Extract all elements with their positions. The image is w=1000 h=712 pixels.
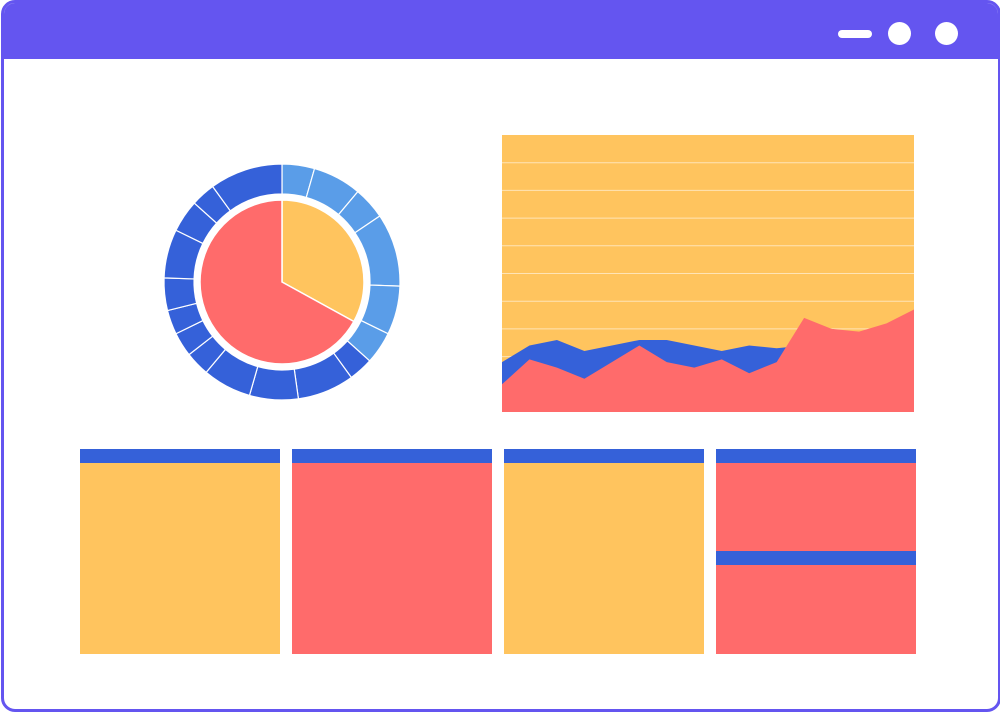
maximize-icon[interactable] [888,22,911,45]
dashboard-card-4[interactable] [716,449,916,551]
pie-chart [162,162,402,402]
card-header [716,551,916,565]
card-body [504,463,704,654]
dashboard-card-1[interactable] [80,449,280,654]
dashboard-card-5[interactable] [716,551,916,654]
card-header [80,449,280,463]
card-header [716,449,916,463]
dashboard-card-2[interactable] [292,449,492,654]
card-body [716,565,916,654]
card-body [292,463,492,654]
close-icon[interactable] [935,22,958,45]
pie-chart-svg [163,163,401,401]
card-header [292,449,492,463]
card-body [80,463,280,654]
card-body [716,463,916,551]
area-chart-svg [502,135,914,412]
minimize-icon[interactable] [838,30,872,38]
dashboard-card-3[interactable] [504,449,704,654]
title-bar [4,3,998,59]
card-header [504,449,704,463]
area-chart [502,135,914,412]
